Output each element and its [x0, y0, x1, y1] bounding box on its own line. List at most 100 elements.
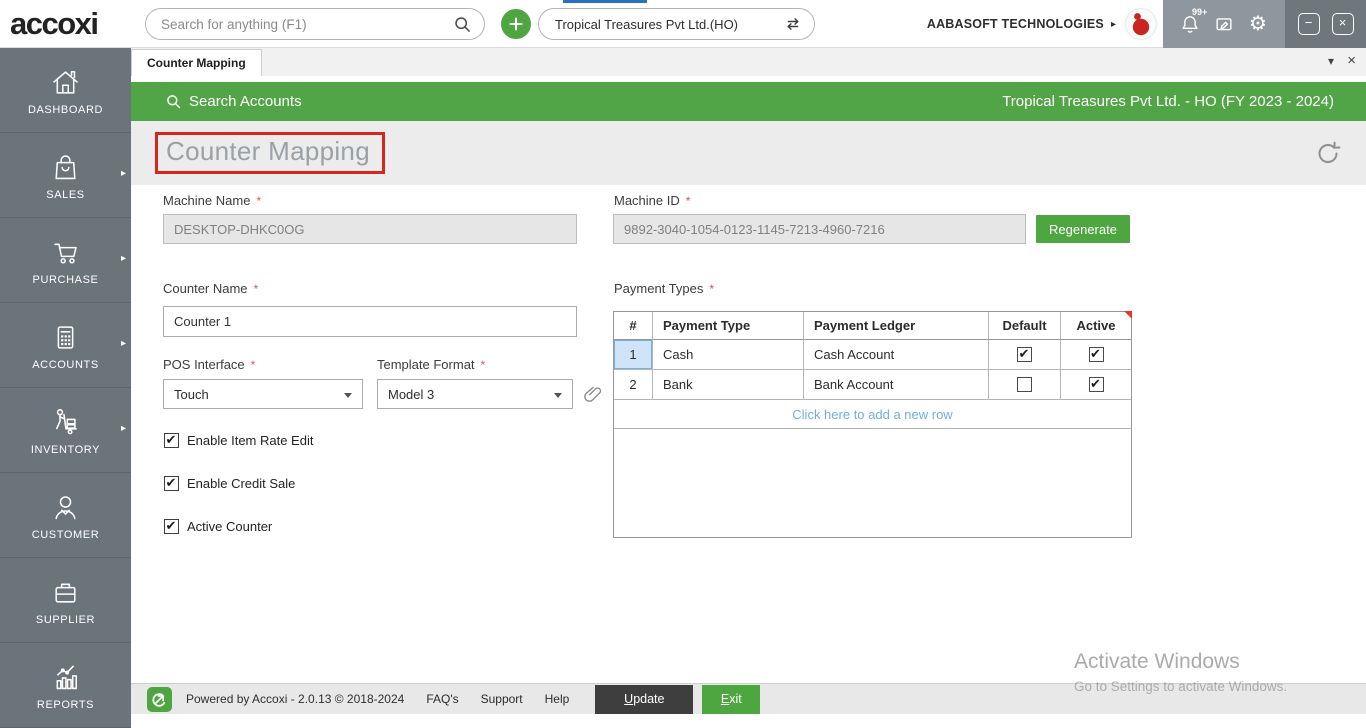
module-header: Search Accounts Tropical Treasures Pvt L…	[131, 82, 1366, 121]
row-number-cell[interactable]: 1	[614, 340, 653, 370]
sidebar-item-supplier[interactable]: SUPPLIER	[0, 558, 131, 643]
chevron-right-icon: ▸	[121, 168, 126, 179]
refresh-icon[interactable]	[1314, 139, 1342, 167]
page-title: Counter Mapping	[155, 132, 385, 174]
search-icon[interactable]	[453, 15, 472, 34]
support-link[interactable]: Support	[481, 692, 523, 706]
required-mark: *	[251, 358, 256, 372]
validation-corner-marker	[1124, 311, 1132, 319]
briefcase-icon	[48, 575, 83, 610]
chevron-right-icon: ▸	[1111, 19, 1116, 30]
topbar-icon-strip: 99+ ⚙	[1163, 0, 1285, 48]
payment-ledger-cell[interactable]: Bank Account	[804, 370, 989, 400]
calculator-icon	[48, 320, 83, 355]
chevron-right-icon: ▸	[121, 338, 126, 349]
company-fiscal-year-label: Tropical Treasures Pvt Ltd. - HO (FY 202…	[1002, 93, 1334, 110]
checkbox-box[interactable]	[164, 519, 179, 534]
checkbox-box[interactable]	[1017, 347, 1032, 362]
enable-item-rate-edit-checkbox[interactable]: Enable Item Rate Edit	[164, 433, 313, 448]
chart-icon	[48, 660, 83, 695]
shopping-bag-icon	[48, 150, 83, 185]
active-cell[interactable]	[1061, 370, 1131, 400]
tab-close-icon[interactable]: ×	[1347, 52, 1356, 69]
settings-gear-icon[interactable]: ⚙	[1245, 9, 1271, 39]
close-icon[interactable]: ×	[1332, 13, 1354, 35]
table-row[interactable]: 2 Bank Bank Account	[614, 370, 1131, 400]
accent-line	[563, 0, 647, 3]
template-format-select[interactable]: Model 3	[377, 379, 573, 409]
payment-type-cell[interactable]: Bank	[653, 370, 804, 400]
required-mark: *	[481, 358, 486, 372]
sidebar-item-dashboard[interactable]: DASHBOARD	[0, 48, 131, 133]
required-mark: *	[256, 194, 261, 208]
default-cell[interactable]	[989, 370, 1061, 400]
machine-name-input	[163, 214, 577, 244]
messages-icon[interactable]	[1211, 9, 1237, 39]
checkbox-box[interactable]	[1089, 347, 1104, 362]
switch-company-icon[interactable]	[783, 14, 803, 34]
attachment-paperclip-icon[interactable]	[583, 383, 605, 405]
counter-mapping-form: Machine Name* Machine ID* Regenerate Cou…	[131, 185, 1366, 683]
topbar: accoxi Tropical Treasures Pvt Ltd.(HO) A…	[0, 0, 1366, 48]
payment-ledger-cell[interactable]: Cash Account	[804, 340, 989, 370]
caret-down-icon	[344, 393, 352, 398]
global-search[interactable]	[145, 8, 485, 40]
payment-type-cell[interactable]: Cash	[653, 340, 804, 370]
tab-strip: Counter Mapping ▾ ×	[131, 48, 1366, 76]
column-header: Payment Type	[653, 312, 804, 340]
counter-name-input[interactable]	[163, 306, 577, 337]
checkbox-box[interactable]	[1017, 377, 1032, 392]
sidebar-item-purchase[interactable]: PURCHASE ▸	[0, 218, 131, 303]
company-selector-label: Tropical Treasures Pvt Ltd.(HO)	[555, 17, 783, 32]
search-accounts-button[interactable]: Search Accounts	[165, 93, 302, 110]
checkbox-box[interactable]	[164, 476, 179, 491]
avatar[interactable]	[1126, 9, 1156, 39]
plus-icon	[508, 16, 524, 32]
minimize-icon[interactable]: −	[1298, 13, 1320, 35]
chevron-right-icon: ▸	[121, 253, 126, 264]
machine-id-input	[613, 214, 1026, 244]
organization-menu[interactable]: AABASOFT TECHNOLOGIES ▸	[927, 0, 1116, 48]
search-input[interactable]	[161, 17, 453, 32]
checkbox-box[interactable]	[164, 433, 179, 448]
default-cell[interactable]	[989, 340, 1061, 370]
faqs-link[interactable]: FAQ's	[426, 692, 458, 706]
column-header: Active	[1061, 312, 1131, 340]
active-counter-checkbox[interactable]: Active Counter	[164, 519, 272, 534]
enable-credit-sale-checkbox[interactable]: Enable Credit Sale	[164, 476, 295, 491]
machine-id-label: Machine ID*	[614, 193, 690, 208]
organization-name: AABASOFT TECHNOLOGIES	[927, 17, 1104, 31]
sidebar-item-inventory[interactable]: INVENTORY ▸	[0, 388, 131, 473]
exit-button[interactable]: Exit	[702, 685, 760, 714]
tab-list-dropdown-icon[interactable]: ▾	[1328, 54, 1334, 68]
window-controls: − ×	[1285, 0, 1366, 48]
pos-interface-select[interactable]: Touch	[163, 379, 363, 409]
home-icon	[48, 65, 83, 100]
template-format-label: Template Format*	[377, 357, 485, 372]
add-new-button[interactable]	[501, 9, 531, 39]
accoxi-logo-icon	[147, 687, 172, 712]
sidebar-item-accounts[interactable]: ACCOUNTS ▸	[0, 303, 131, 388]
help-link[interactable]: Help	[545, 692, 570, 706]
notifications-bell-icon[interactable]: 99+	[1177, 9, 1203, 39]
checkbox-box[interactable]	[1089, 377, 1104, 392]
tab-label: Counter Mapping	[147, 56, 246, 70]
add-new-row-link[interactable]: Click here to add a new row	[614, 400, 1131, 429]
active-cell[interactable]	[1061, 340, 1131, 370]
sidebar-item-customer[interactable]: CUSTOMER	[0, 473, 131, 558]
required-mark: *	[709, 282, 714, 296]
machine-name-label: Machine Name*	[163, 193, 261, 208]
table-row[interactable]: 1 Cash Cash Account	[614, 340, 1131, 370]
column-header: Payment Ledger	[804, 312, 989, 340]
company-selector[interactable]: Tropical Treasures Pvt Ltd.(HO)	[538, 8, 815, 40]
regenerate-button[interactable]: Regenerate	[1036, 215, 1130, 243]
search-icon	[165, 93, 182, 110]
tab-counter-mapping[interactable]: Counter Mapping	[131, 49, 262, 76]
row-number-cell[interactable]: 2	[614, 370, 653, 400]
update-button[interactable]: Update	[595, 685, 693, 714]
person-icon	[48, 490, 83, 525]
required-mark: *	[254, 282, 259, 296]
search-accounts-label: Search Accounts	[189, 93, 302, 110]
sidebar-item-sales[interactable]: SALES ▸	[0, 133, 131, 218]
sidebar-item-reports[interactable]: REPORTS	[0, 643, 131, 728]
